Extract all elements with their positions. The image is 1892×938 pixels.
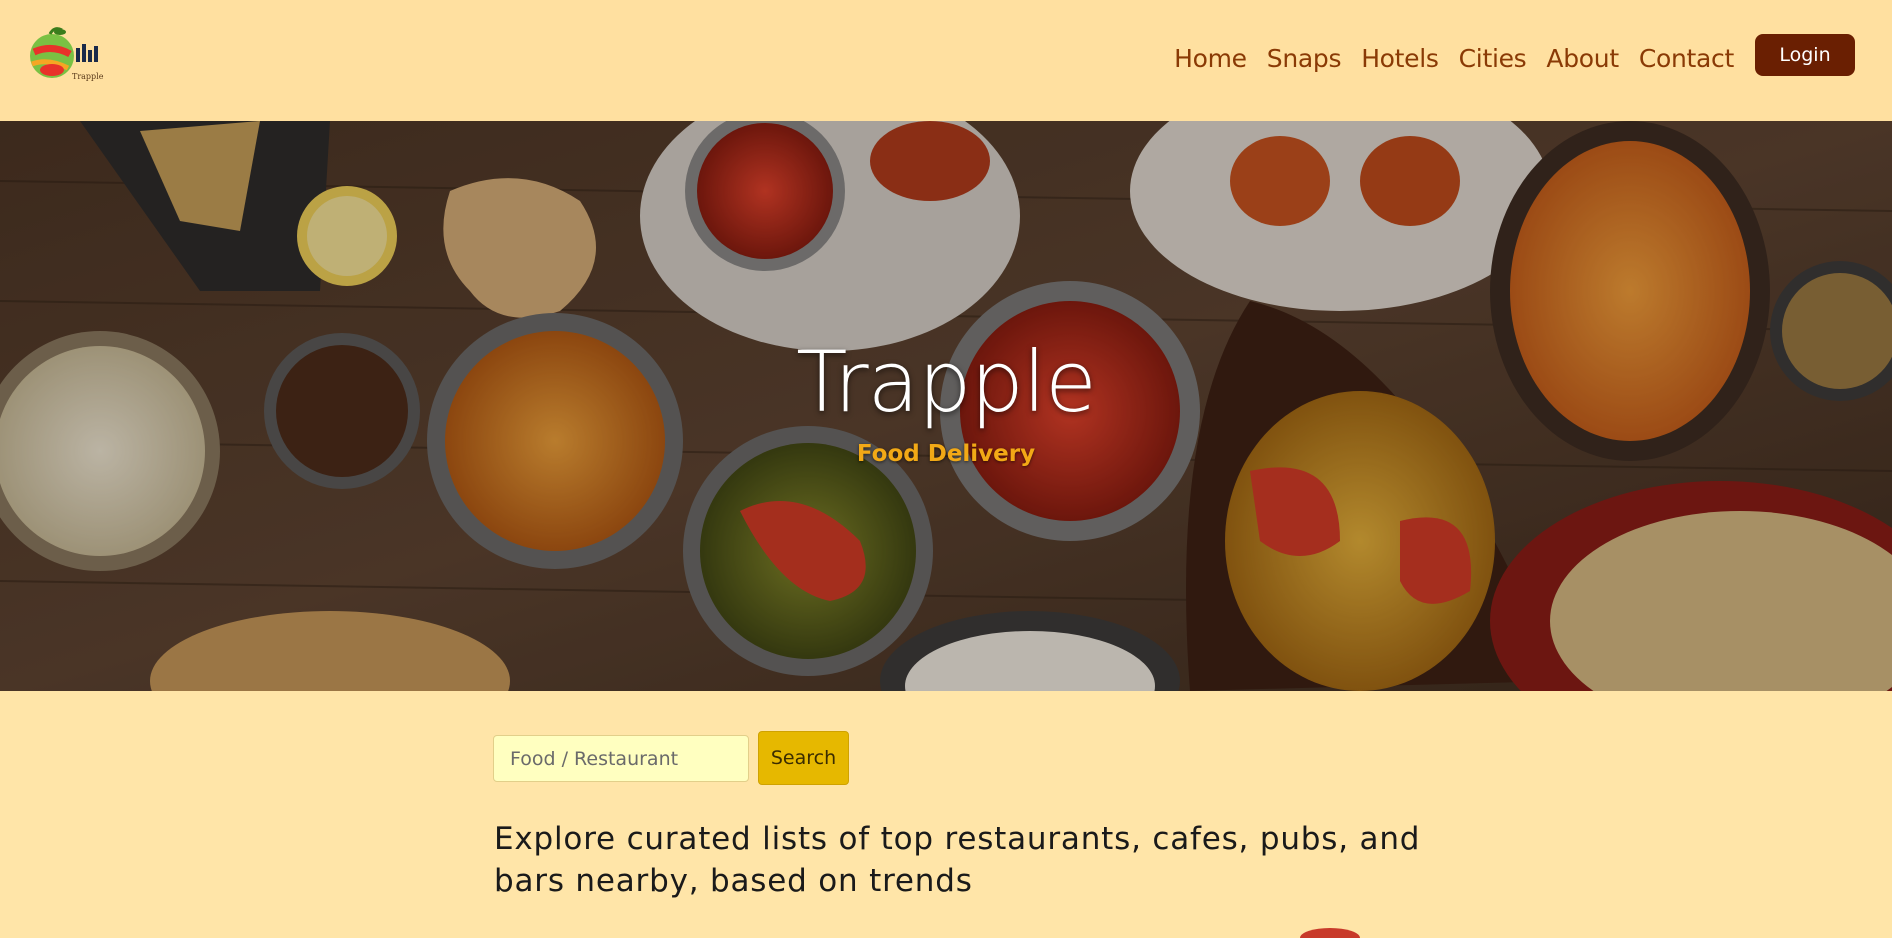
- brand-logo[interactable]: Trapple: [24, 24, 104, 86]
- nav-home[interactable]: Home: [1174, 44, 1247, 73]
- search-button[interactable]: Search: [758, 731, 849, 785]
- search-input[interactable]: [493, 735, 749, 782]
- nav-hotels[interactable]: Hotels: [1361, 44, 1439, 73]
- nav-cities[interactable]: Cities: [1459, 44, 1527, 73]
- login-button[interactable]: Login: [1755, 34, 1855, 76]
- hero-banner: Trapple Food Delivery: [0, 121, 1892, 691]
- hero-subtitle: Food Delivery: [856, 441, 1036, 467]
- partial-image-peek: [1300, 928, 1360, 938]
- nav-snaps[interactable]: Snaps: [1267, 44, 1342, 73]
- nav-contact[interactable]: Contact: [1639, 44, 1734, 73]
- logo-wordmark: Trapple: [72, 72, 104, 81]
- explore-tagline: Explore curated lists of top restaurants…: [494, 821, 1421, 899]
- nav-about[interactable]: About: [1546, 44, 1619, 73]
- main-nav: Home Snaps Hotels Cities About Contact: [1174, 44, 1734, 73]
- top-navbar: Trapple Home Snaps Hotels Cities About C…: [0, 0, 1892, 121]
- hero-title: Trapple: [796, 333, 1097, 431]
